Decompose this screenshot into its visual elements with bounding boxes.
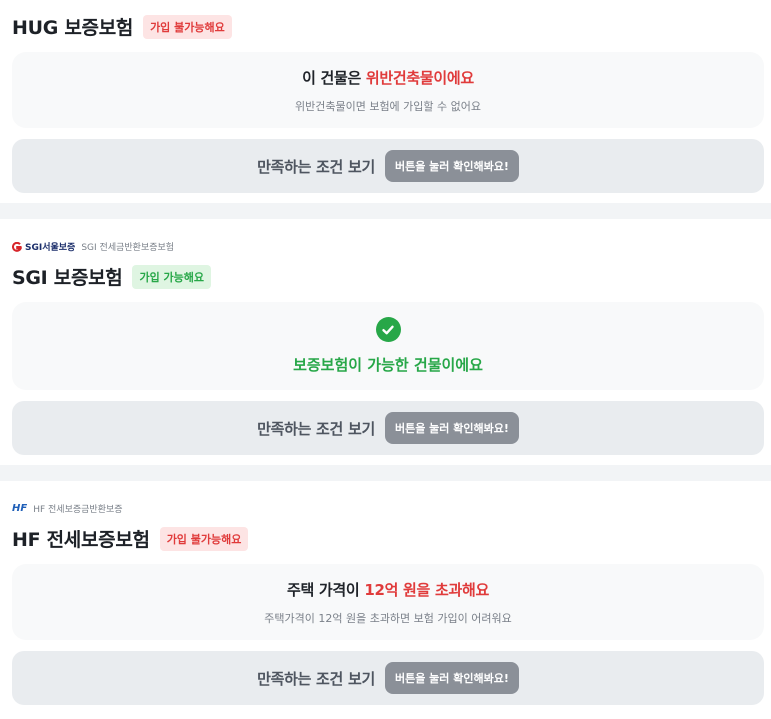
sgi-status-badge: 가입 가능해요 <box>132 264 212 289</box>
check-circle-icon <box>375 317 401 342</box>
hf-provider: HF HF 전세보증금반환보증 <box>12 502 123 515</box>
hug-headline-prefix: 이 건물은 <box>302 68 366 87</box>
hf-logo: HF <box>12 503 27 514</box>
hug-headline-highlight: 위반건축물이에요 <box>365 68 474 87</box>
hug-result-headline: 이 건물은 위반건축물이에요 <box>302 67 474 88</box>
hf-status-badge: 가입 불가능해요 <box>159 526 249 551</box>
sgi-conditions-button[interactable]: 만족하는 조건 보기 버튼을 눌러 확인해봐요! <box>12 401 764 455</box>
hug-result-subtext: 위반건축물이면 보험에 가입할 수 없어요 <box>294 99 482 113</box>
hug-conditions-button[interactable]: 만족하는 조건 보기 버튼을 눌러 확인해봐요! <box>12 139 764 193</box>
hf-provider-sub: HF 전세보증금반환보증 <box>33 505 123 515</box>
hf-result-subtext: 주택가격이 12억 원을 초과하면 보험 가입이 어려워요 <box>264 611 512 625</box>
hug-status-badge: 가입 불가능해요 <box>143 14 232 39</box>
hf-title-row: HF 전세보증보험 가입 불가능해요 <box>12 525 249 552</box>
sgi-title-row: SGI 보증보험 가입 가능해요 <box>12 263 212 290</box>
hug-result-card: 이 건물은 위반건축물이에요 위반건축물이면 보험에 가입할 수 없어요 <box>12 52 764 128</box>
hf-headline-highlight: 12억 원을 초과해요 <box>364 580 489 599</box>
sgi-provider-sub: SGI 전세금반환보증보험 <box>81 243 175 253</box>
hf-result-headline: 주택 가격이 12억 원을 초과해요 <box>287 579 489 600</box>
sgi-provider: SGI서울보증 SGI 전세금반환보증보험 <box>12 240 174 253</box>
hug-title: HUG 보증보험 <box>12 17 134 39</box>
hug-conditions-label: 만족하는 조건 보기 <box>257 157 375 176</box>
sgi-title: SGI 보증보험 <box>12 267 123 289</box>
hf-conditions-label: 만족하는 조건 보기 <box>257 669 375 688</box>
sgi-result-card: 보증보험이 가능한 건물이에요 <box>12 302 764 390</box>
hf-result-card: 주택 가격이 12억 원을 초과해요 주택가격이 12억 원을 초과하면 보험 … <box>12 564 764 640</box>
hf-conditions-pill[interactable]: 버튼을 눌러 확인해봐요! <box>384 662 519 694</box>
section-divider-2 <box>0 465 771 481</box>
hug-title-row: HUG 보증보험 가입 불가능해요 <box>12 13 232 40</box>
sgi-logo-icon <box>12 241 22 252</box>
sgi-logo-text: SGI서울보증 <box>25 243 76 253</box>
hf-title: HF 전세보증보험 <box>12 529 150 551</box>
sgi-conditions-label: 만족하는 조건 보기 <box>257 419 375 438</box>
hf-conditions-button[interactable]: 만족하는 조건 보기 버튼을 눌러 확인해봐요! <box>12 651 764 705</box>
sgi-conditions-pill[interactable]: 버튼을 눌러 확인해봐요! <box>384 412 519 444</box>
hf-logo-icon: HF <box>12 503 28 514</box>
sgi-logo: SGI서울보증 <box>12 240 75 253</box>
hug-conditions-pill[interactable]: 버튼을 눌러 확인해봐요! <box>384 150 519 182</box>
sgi-result-headline: 보증보험이 가능한 건물이에요 <box>293 356 483 374</box>
section-divider-1 <box>0 203 771 219</box>
hf-headline-prefix: 주택 가격이 <box>287 580 365 599</box>
